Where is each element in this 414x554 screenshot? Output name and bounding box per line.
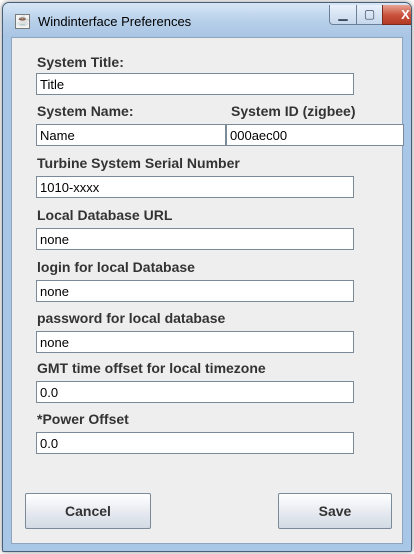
close-button[interactable]: X (382, 5, 411, 25)
preferences-window: ☕ Windinterface Preferences ▁ ▢ X System… (2, 2, 412, 552)
system-title-input[interactable] (36, 73, 354, 95)
title-bar[interactable]: ☕ Windinterface Preferences ▁ ▢ X (3, 3, 411, 37)
system-name-label: System Name: (37, 103, 134, 119)
power-offset-label: *Power Offset (37, 411, 129, 427)
form-panel: System Title: System Name: System ID (zi… (11, 37, 404, 544)
maximize-button[interactable]: ▢ (356, 5, 383, 25)
database-url-label: Local Database URL (37, 207, 173, 223)
database-password-label: password for local database (37, 310, 226, 326)
java-app-icon[interactable]: ☕ (15, 14, 30, 29)
system-id-input[interactable] (226, 124, 404, 146)
system-id-label: System ID (zigbee) (231, 103, 356, 119)
gmt-offset-input[interactable] (36, 381, 354, 403)
database-url-input[interactable] (36, 228, 354, 250)
system-title-label: System Title: (37, 54, 124, 70)
minimize-button[interactable]: ▁ (329, 5, 357, 25)
power-offset-input[interactable] (36, 432, 354, 454)
database-login-input[interactable] (36, 280, 354, 302)
database-login-label: login for local Database (37, 259, 195, 275)
serial-number-label: Turbine System Serial Number (37, 155, 240, 171)
cancel-button[interactable]: Cancel (25, 493, 151, 529)
gmt-offset-label: GMT time offset for local timezone (37, 360, 266, 376)
system-name-input[interactable] (36, 124, 226, 146)
serial-number-input[interactable] (36, 176, 354, 198)
database-password-input[interactable] (36, 331, 354, 353)
save-button[interactable]: Save (278, 493, 392, 529)
window-title: Windinterface Preferences (38, 14, 192, 29)
